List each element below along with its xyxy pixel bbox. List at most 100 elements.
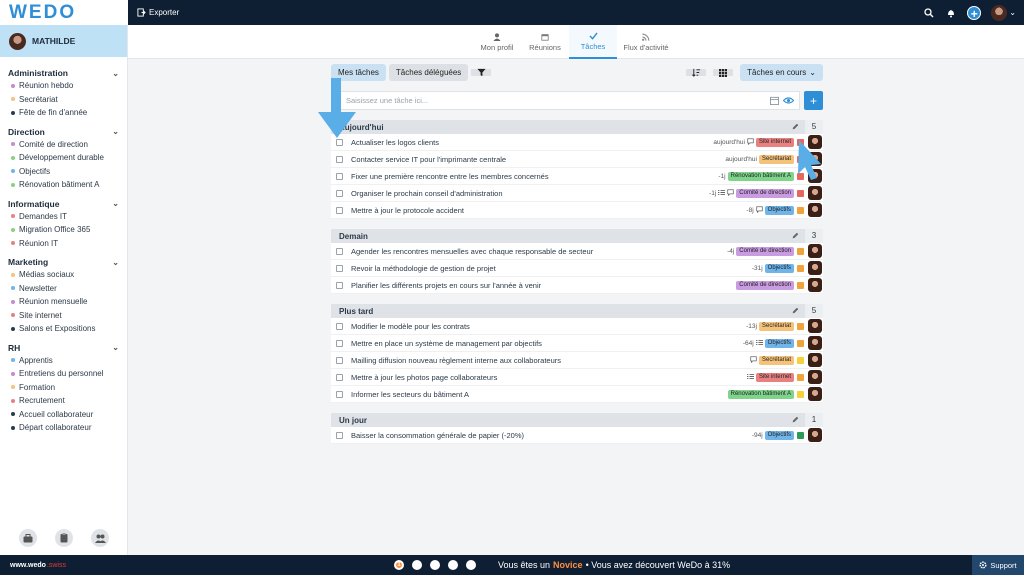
- onboarding-step[interactable]: [430, 560, 440, 570]
- edit-icon[interactable]: [792, 307, 799, 316]
- priority-indicator[interactable]: [797, 264, 804, 272]
- task-row[interactable]: Modifier le modèle pour les contrats -13j…: [331, 318, 823, 335]
- assignee-avatar[interactable]: [808, 319, 822, 333]
- sidebar-item[interactable]: Demandes IT: [0, 210, 127, 224]
- project-tag[interactable]: Comité de direction: [736, 246, 794, 256]
- priority-indicator[interactable]: [797, 339, 804, 347]
- task-checkbox[interactable]: [336, 281, 343, 289]
- priority-indicator[interactable]: [797, 431, 804, 439]
- edit-icon[interactable]: [792, 232, 799, 241]
- task-checkbox[interactable]: [336, 339, 343, 347]
- grid-view-button[interactable]: [713, 68, 734, 77]
- project-tag[interactable]: Comité de direction: [736, 188, 794, 198]
- sidebar-item[interactable]: Secrétariat: [0, 93, 127, 107]
- sidebar-item[interactable]: Réunion IT: [0, 237, 127, 251]
- assignee-avatar[interactable]: [808, 353, 822, 367]
- sidebar-group-header[interactable]: Marketing ⌄: [0, 256, 127, 268]
- search-icon[interactable]: [923, 7, 935, 19]
- task-checkbox[interactable]: [336, 322, 343, 330]
- sidebar-item[interactable]: Développement durable: [0, 151, 127, 165]
- task-checkbox[interactable]: [336, 172, 343, 180]
- project-tag[interactable]: Objectifs: [764, 205, 794, 215]
- task-checkbox[interactable]: [336, 189, 343, 197]
- sidebar-group-header[interactable]: RH ⌄: [0, 342, 127, 354]
- support-button[interactable]: Support: [972, 555, 1024, 575]
- filter-button[interactable]: [471, 68, 492, 77]
- task-row[interactable]: Contacter service IT pour l'imprimante c…: [331, 151, 823, 168]
- sidebar-item[interactable]: Formation: [0, 381, 127, 395]
- assignee-avatar[interactable]: [808, 203, 822, 217]
- sidebar-item[interactable]: Objectifs: [0, 165, 127, 179]
- brand-link[interactable]: www.wedo .swiss: [10, 555, 66, 575]
- sidebar-item[interactable]: Comité de direction: [0, 138, 127, 152]
- sidebar-group-header[interactable]: Administration ⌄: [0, 67, 127, 79]
- priority-indicator[interactable]: [797, 247, 804, 255]
- task-row[interactable]: Organiser le prochain conseil d'administ…: [331, 185, 823, 202]
- priority-indicator[interactable]: [797, 189, 804, 197]
- priority-indicator[interactable]: [797, 356, 804, 364]
- project-tag[interactable]: Site internet: [755, 137, 794, 147]
- priority-indicator[interactable]: [797, 206, 804, 214]
- onboarding-step[interactable]: 1: [394, 560, 404, 570]
- priority-indicator[interactable]: [797, 281, 804, 289]
- assignee-avatar[interactable]: [808, 370, 822, 384]
- project-tag[interactable]: Objectifs: [764, 430, 794, 440]
- onboarding-step[interactable]: [412, 560, 422, 570]
- sidebar-item[interactable]: Recrutement: [0, 394, 127, 408]
- task-checkbox[interactable]: [336, 264, 343, 272]
- task-status-dropdown[interactable]: Tâches en cours ⌄: [740, 64, 823, 81]
- bell-icon[interactable]: [945, 7, 957, 19]
- project-tag[interactable]: Rénovation bâtiment A: [727, 389, 794, 399]
- sidebar-item[interactable]: Site internet: [0, 309, 127, 323]
- task-row[interactable]: Mettre à jour le protocole accident -8j Ob…: [331, 202, 823, 219]
- priority-indicator[interactable]: [797, 373, 804, 381]
- user-panel[interactable]: MATHILDE: [0, 25, 127, 57]
- assignee-avatar[interactable]: [808, 244, 822, 258]
- sort-button[interactable]: [686, 68, 707, 77]
- sidebar-item[interactable]: Réunion hebdo: [0, 79, 127, 93]
- sidebar-item[interactable]: Réunion mensuelle: [0, 295, 127, 309]
- project-tag[interactable]: Secrétariat: [758, 154, 794, 164]
- assignee-avatar[interactable]: [808, 336, 822, 350]
- task-checkbox[interactable]: [336, 247, 343, 255]
- delegated-tasks-button[interactable]: Tâches déléguées: [388, 64, 469, 81]
- onboarding-step[interactable]: [466, 560, 476, 570]
- sidebar-item[interactable]: Newsletter: [0, 282, 127, 296]
- project-tag[interactable]: Comité de direction: [736, 280, 794, 290]
- briefcase-icon[interactable]: [19, 529, 37, 547]
- add-task-button[interactable]: +: [804, 91, 823, 110]
- tab-réunions[interactable]: Réunions: [521, 25, 569, 59]
- tab-tâches[interactable]: Tâches: [569, 25, 617, 59]
- wedo-logo[interactable]: WEDO: [0, 0, 128, 25]
- task-checkbox[interactable]: [336, 431, 343, 439]
- task-row[interactable]: Mailling diffusion nouveau règlement int…: [331, 352, 823, 369]
- sidebar-group-header[interactable]: Informatique ⌄: [0, 198, 127, 210]
- assignee-avatar[interactable]: [808, 261, 822, 275]
- priority-indicator[interactable]: [797, 322, 804, 330]
- task-checkbox[interactable]: [336, 155, 343, 163]
- project-tag[interactable]: Secrétariat: [758, 321, 794, 331]
- team-icon[interactable]: [91, 529, 109, 547]
- sidebar-item[interactable]: Apprentis: [0, 354, 127, 368]
- clipboard-icon[interactable]: [55, 529, 73, 547]
- sidebar-item[interactable]: Accueil collaborateur: [0, 408, 127, 422]
- task-row[interactable]: Revoir la méthodologie de gestion de pro…: [331, 260, 823, 277]
- calendar-icon[interactable]: [770, 96, 779, 107]
- export-button[interactable]: Exporter: [137, 0, 179, 25]
- task-checkbox[interactable]: [336, 390, 343, 398]
- assignee-avatar[interactable]: [808, 186, 822, 200]
- sidebar-item[interactable]: Rénovation bâtiment A: [0, 178, 127, 192]
- assignee-avatar[interactable]: [808, 387, 822, 401]
- sidebar-item[interactable]: Salons et Expositions: [0, 322, 127, 336]
- project-tag[interactable]: Secrétariat: [758, 355, 794, 365]
- tab-flux-d-activité[interactable]: Flux d'activité: [617, 25, 675, 59]
- sidebar-item[interactable]: Entretiens du personnel: [0, 367, 127, 381]
- assignee-avatar[interactable]: [808, 428, 822, 442]
- task-row[interactable]: Baisser la consommation générale de papi…: [331, 427, 823, 444]
- task-row[interactable]: Mettre en place un système de management…: [331, 335, 823, 352]
- task-row[interactable]: Actualiser les logos clients aujourd'hui S…: [331, 134, 823, 151]
- task-row[interactable]: Mettre à jour les photos page collaborat…: [331, 369, 823, 386]
- tab-mon-profil[interactable]: Mon profil: [473, 25, 521, 59]
- task-checkbox[interactable]: [336, 356, 343, 364]
- task-checkbox[interactable]: [336, 206, 343, 214]
